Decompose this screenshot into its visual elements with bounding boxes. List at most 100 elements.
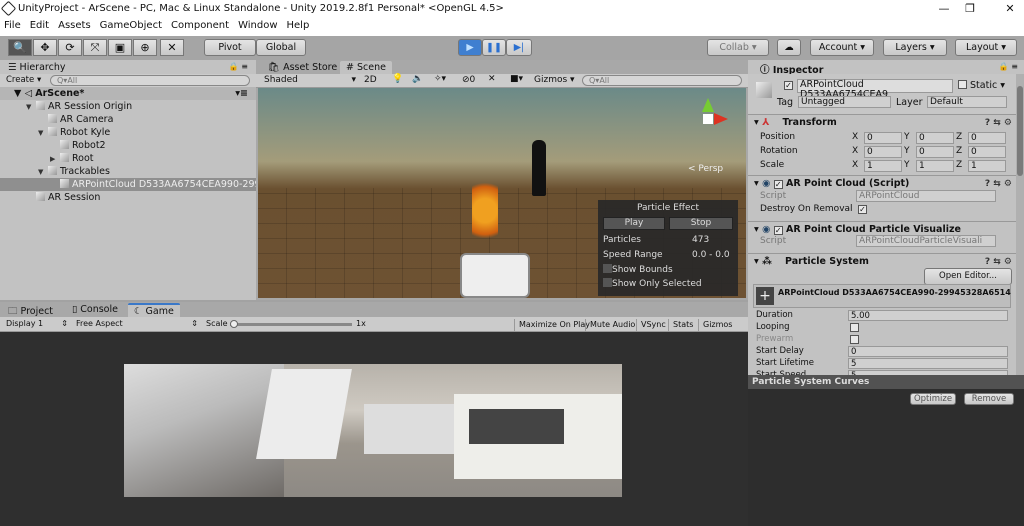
- menu-help[interactable]: Help: [287, 20, 310, 36]
- robot-kyle[interactable]: [532, 140, 546, 196]
- lighting-icon[interactable]: 💡: [392, 74, 403, 84]
- expand-arrow-icon[interactable]: ▼: [38, 166, 48, 178]
- rotate-tool-icon[interactable]: ⟳: [58, 39, 82, 56]
- transform-tool-icon[interactable]: ⊕: [133, 39, 157, 56]
- display-dropdown[interactable]: Display 1 ⇕: [6, 319, 68, 328]
- transform-y-field[interactable]: 1: [916, 160, 954, 172]
- cloud-icon[interactable]: ☁: [777, 39, 801, 56]
- play-button[interactable]: ▶: [458, 39, 482, 56]
- particle-stop-button[interactable]: Stop: [669, 217, 733, 230]
- hierarchy-item[interactable]: ▶ Root: [0, 152, 256, 165]
- tab-console[interactable]: ▯ Console: [66, 303, 124, 317]
- game-gizmos-button[interactable]: Gizmos: [698, 319, 736, 331]
- account-dropdown[interactable]: Account ▾: [810, 39, 874, 56]
- ps-checkbox[interactable]: [850, 335, 859, 344]
- ps-checkbox[interactable]: [850, 323, 859, 332]
- transform-z-field[interactable]: 1: [968, 160, 1006, 172]
- collab-button[interactable]: Collab ▾: [707, 39, 769, 56]
- hierarchy-item[interactable]: AR Session: [0, 191, 256, 204]
- gizmos-dropdown[interactable]: Gizmos ▾: [534, 75, 575, 85]
- maximize-on-play-button[interactable]: Maximize On Play: [514, 319, 594, 331]
- mute-audio-button[interactable]: Mute Audio: [585, 319, 639, 331]
- persp-label[interactable]: < Persp: [688, 164, 723, 174]
- tab-scene[interactable]: # Scene: [340, 61, 392, 75]
- game-viewport[interactable]: [0, 332, 748, 526]
- transform-x-field[interactable]: 1: [864, 160, 902, 172]
- hand-tool-icon[interactable]: 🔍: [8, 39, 32, 56]
- ps-value-field[interactable]: 0: [848, 346, 1008, 357]
- active-checkbox[interactable]: ✓: [784, 81, 793, 90]
- ps-value-field[interactable]: 5: [848, 358, 1008, 369]
- shading-dropdown[interactable]: Shaded ▾: [264, 75, 356, 85]
- rect-tool-icon[interactable]: ▣: [108, 39, 132, 56]
- hierarchy-item[interactable]: ARPointCloud D533AA6754CEA990-2994: [0, 178, 256, 191]
- show-bounds-checkbox[interactable]: Show Bounds: [603, 264, 673, 275]
- pause-button[interactable]: ❚❚: [482, 39, 506, 56]
- transform-z-field[interactable]: 0: [968, 146, 1006, 158]
- transform-z-field[interactable]: 0: [968, 132, 1006, 144]
- object-name-field[interactable]: ARPointCloud D533AA6754CEA9: [797, 79, 953, 100]
- lock-icon[interactable]: 🔒 ≡: [229, 62, 248, 71]
- show-only-selected-checkbox[interactable]: Show Only Selected: [603, 278, 702, 289]
- particle-system-header[interactable]: ▾ ⁂ Particle System? ⇆ ⚙: [748, 253, 1016, 269]
- layout-dropdown[interactable]: Layout ▾: [955, 39, 1017, 56]
- transform-header[interactable]: ▾ ⅄ Transform? ⇆ ⚙: [748, 114, 1016, 130]
- ps-value-field[interactable]: 5.00: [848, 310, 1008, 321]
- menu-window[interactable]: Window: [238, 20, 277, 36]
- move-tool-icon[interactable]: ✥: [33, 39, 57, 56]
- scene-row[interactable]: ▼ ◁ ArScene* ▾≡: [0, 87, 256, 100]
- expand-arrow-icon[interactable]: ▼: [26, 101, 36, 113]
- custom-tool-icon[interactable]: ✕: [160, 39, 184, 56]
- stats-button[interactable]: Stats: [668, 319, 697, 331]
- scene-menu-icon[interactable]: ▾≡: [235, 87, 248, 100]
- close-button[interactable]: ✕: [990, 2, 1024, 15]
- camera-icon[interactable]: ■▾: [510, 74, 523, 84]
- transform-x-field[interactable]: 0: [864, 146, 902, 158]
- hierarchy-item[interactable]: ▼ Trackables: [0, 165, 256, 178]
- hierarchy-item[interactable]: AR Camera: [0, 113, 256, 126]
- effects-icon[interactable]: ✧▾: [434, 74, 446, 84]
- inspector-scrollbar[interactable]: [1016, 74, 1024, 375]
- optimize-button[interactable]: Optimize: [910, 393, 956, 405]
- expand-arrow-icon[interactable]: ▶: [50, 153, 60, 165]
- scale-tool-icon[interactable]: ⤧: [83, 39, 107, 56]
- open-editor-button[interactable]: Open Editor...: [924, 268, 1012, 285]
- menu-gameobject[interactable]: GameObject: [100, 20, 162, 36]
- scene-search[interactable]: Q▾All: [582, 75, 742, 86]
- create-dropdown[interactable]: Create ▾: [6, 75, 41, 85]
- script-field[interactable]: ARPointCloud: [856, 190, 996, 202]
- layer-dropdown[interactable]: Default: [927, 96, 1007, 108]
- script-field[interactable]: ARPointCloudParticleVisuali: [856, 235, 996, 247]
- static-checkbox[interactable]: Static ▾: [958, 80, 1005, 91]
- ar-point-cloud-header[interactable]: ▾ ◉ ✓ AR Point Cloud (Script)? ⇆ ⚙: [748, 175, 1016, 191]
- transform-y-field[interactable]: 0: [916, 132, 954, 144]
- layers-dropdown[interactable]: Layers ▾: [883, 39, 947, 56]
- transform-y-field[interactable]: 0: [916, 146, 954, 158]
- inspector-lock-icon[interactable]: 🔒 ≡: [999, 62, 1018, 71]
- aspect-dropdown[interactable]: Free Aspect ⇕: [76, 319, 198, 328]
- menu-file[interactable]: File: [4, 20, 21, 36]
- step-button[interactable]: ▶|: [506, 39, 532, 56]
- tab-asset-store[interactable]: 🛍 Asset Store: [262, 61, 343, 75]
- audio-icon[interactable]: 🔈: [412, 74, 423, 84]
- destroy-on-removal-checkbox[interactable]: ✓: [858, 205, 867, 214]
- tab-project[interactable]: 🗀 Project: [2, 303, 59, 317]
- menu-component[interactable]: Component: [171, 20, 229, 36]
- tab-hierarchy[interactable]: ☰ Hierarchy: [2, 61, 72, 75]
- remove-button[interactable]: Remove: [964, 393, 1014, 405]
- global-button[interactable]: Global: [256, 39, 306, 56]
- maximize-button[interactable]: ❐: [950, 2, 990, 15]
- component-settings-icon[interactable]: ? ⇆ ⚙: [985, 115, 1012, 131]
- particle-play-button[interactable]: Play: [603, 217, 665, 230]
- pivot-button[interactable]: Pivot: [204, 39, 256, 56]
- tools-icon[interactable]: ✕: [488, 74, 496, 84]
- scale-slider-thumb[interactable]: [230, 320, 238, 328]
- expand-arrow-icon[interactable]: ▼: [38, 127, 48, 139]
- menu-assets[interactable]: Assets: [58, 20, 91, 36]
- 2d-toggle[interactable]: 2D: [364, 75, 377, 85]
- scene-gizmo[interactable]: [690, 98, 728, 138]
- tab-inspector[interactable]: ⓘ Inspector: [754, 61, 830, 76]
- hidden-objects-toggle[interactable]: ⊘0: [462, 75, 475, 85]
- tab-game[interactable]: ☾ Game: [128, 303, 180, 317]
- transform-x-field[interactable]: 0: [864, 132, 902, 144]
